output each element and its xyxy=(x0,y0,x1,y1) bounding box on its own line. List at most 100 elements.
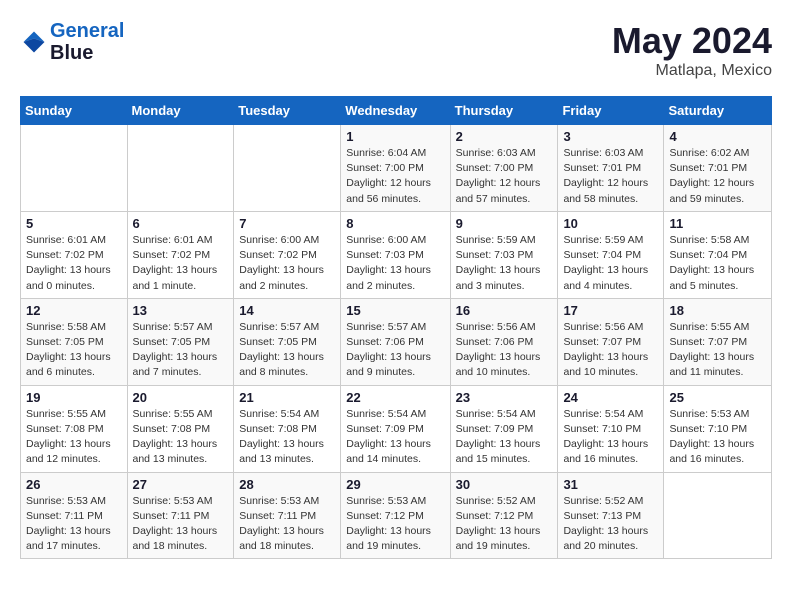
calendar-cell: 11 Sunrise: 5:58 AMSunset: 7:04 PMDayligh… xyxy=(664,211,772,298)
day-info: Sunrise: 6:02 AMSunset: 7:01 PMDaylight:… xyxy=(669,146,766,207)
day-info: Sunrise: 6:00 AMSunset: 7:03 PMDaylight:… xyxy=(346,233,444,294)
calendar-cell: 7 Sunrise: 6:00 AMSunset: 7:02 PMDaylight… xyxy=(234,211,341,298)
calendar-title: May 2024 xyxy=(612,20,772,62)
day-info: Sunrise: 5:57 AMSunset: 7:05 PMDaylight:… xyxy=(133,320,229,381)
day-number: 15 xyxy=(346,303,444,318)
calendar-cell: 29 Sunrise: 5:53 AMSunset: 7:12 PMDayligh… xyxy=(341,472,450,559)
day-number: 12 xyxy=(26,303,122,318)
day-info: Sunrise: 6:01 AMSunset: 7:02 PMDaylight:… xyxy=(26,233,122,294)
calendar-cell: 5 Sunrise: 6:01 AMSunset: 7:02 PMDaylight… xyxy=(21,211,128,298)
calendar-cell: 23Sunrise: 5:54 AMSunset: 7:09 PMDayligh… xyxy=(450,385,558,472)
calendar-cell: 18 Sunrise: 5:55 AMSunset: 7:07 PMDayligh… xyxy=(664,298,772,385)
calendar-cell: 30Sunrise: 5:52 AMSunset: 7:12 PMDayligh… xyxy=(450,472,558,559)
day-number: 30 xyxy=(456,477,553,492)
day-info: Sunrise: 5:55 AMSunset: 7:08 PMDaylight:… xyxy=(133,407,229,468)
weekday-header: Sunday xyxy=(21,97,128,125)
day-number: 11 xyxy=(669,216,766,231)
day-number: 4 xyxy=(669,129,766,144)
day-info: Sunrise: 5:53 AMSunset: 7:12 PMDaylight:… xyxy=(346,494,444,555)
calendar-cell: 4 Sunrise: 6:02 AMSunset: 7:01 PMDaylight… xyxy=(664,125,772,212)
day-number: 27 xyxy=(133,477,229,492)
day-info: Sunrise: 5:59 AMSunset: 7:04 PMDaylight:… xyxy=(563,233,658,294)
day-info: Sunrise: 5:55 AMSunset: 7:08 PMDaylight:… xyxy=(26,407,122,468)
calendar-body: 1 Sunrise: 6:04 AMSunset: 7:00 PMDaylight… xyxy=(21,125,772,559)
day-info: Sunrise: 5:53 AMSunset: 7:10 PMDaylight:… xyxy=(669,407,766,468)
calendar-cell: 24 Sunrise: 5:54 AMSunset: 7:10 PMDayligh… xyxy=(558,385,664,472)
day-info: Sunrise: 6:04 AMSunset: 7:00 PMDaylight:… xyxy=(346,146,444,207)
logo-icon xyxy=(20,28,48,56)
day-number: 14 xyxy=(239,303,335,318)
day-number: 21 xyxy=(239,390,335,405)
day-number: 19 xyxy=(26,390,122,405)
calendar-cell: 28Sunrise: 5:53 AMSunset: 7:11 PMDayligh… xyxy=(234,472,341,559)
day-info: Sunrise: 5:58 AMSunset: 7:05 PMDaylight:… xyxy=(26,320,122,381)
calendar-cell: 19 Sunrise: 5:55 AMSunset: 7:08 PMDayligh… xyxy=(21,385,128,472)
day-number: 10 xyxy=(563,216,658,231)
day-info: Sunrise: 5:59 AMSunset: 7:03 PMDaylight:… xyxy=(456,233,553,294)
day-number: 29 xyxy=(346,477,444,492)
weekday-header: Monday xyxy=(127,97,234,125)
day-info: Sunrise: 5:57 AMSunset: 7:05 PMDaylight:… xyxy=(239,320,335,381)
day-info: Sunrise: 5:53 AMSunset: 7:11 PMDaylight:… xyxy=(133,494,229,555)
weekday-header: Saturday xyxy=(664,97,772,125)
day-info: Sunrise: 6:03 AMSunset: 7:00 PMDaylight:… xyxy=(456,146,553,207)
calendar-subtitle: Matlapa, Mexico xyxy=(612,62,772,80)
day-number: 6 xyxy=(133,216,229,231)
day-number: 1 xyxy=(346,129,444,144)
calendar-table: SundayMondayTuesdayWednesdayThursdayFrid… xyxy=(20,96,772,559)
day-number: 23 xyxy=(456,390,553,405)
calendar-cell: 1 Sunrise: 6:04 AMSunset: 7:00 PMDaylight… xyxy=(341,125,450,212)
day-info: Sunrise: 6:00 AMSunset: 7:02 PMDaylight:… xyxy=(239,233,335,294)
calendar-cell xyxy=(21,125,128,212)
weekday-header: Wednesday xyxy=(341,97,450,125)
day-number: 2 xyxy=(456,129,553,144)
day-number: 13 xyxy=(133,303,229,318)
day-number: 26 xyxy=(26,477,122,492)
weekday-header: Thursday xyxy=(450,97,558,125)
calendar-week-row: 1 Sunrise: 6:04 AMSunset: 7:00 PMDaylight… xyxy=(21,125,772,212)
calendar-cell: 14 Sunrise: 5:57 AMSunset: 7:05 PMDayligh… xyxy=(234,298,341,385)
day-info: Sunrise: 5:56 AMSunset: 7:07 PMDaylight:… xyxy=(563,320,658,381)
calendar-cell: 12 Sunrise: 5:58 AMSunset: 7:05 PMDayligh… xyxy=(21,298,128,385)
calendar-cell: 17 Sunrise: 5:56 AMSunset: 7:07 PMDayligh… xyxy=(558,298,664,385)
day-number: 17 xyxy=(563,303,658,318)
day-number: 5 xyxy=(26,216,122,231)
day-info: Sunrise: 5:54 AMSunset: 7:09 PMDaylight:… xyxy=(346,407,444,468)
weekday-header: Friday xyxy=(558,97,664,125)
calendar-cell xyxy=(234,125,341,212)
day-number: 8 xyxy=(346,216,444,231)
day-number: 20 xyxy=(133,390,229,405)
calendar-cell: 25 Sunrise: 5:53 AMSunset: 7:10 PMDayligh… xyxy=(664,385,772,472)
day-number: 18 xyxy=(669,303,766,318)
page-header: General Blue May 2024 Matlapa, Mexico xyxy=(20,20,772,80)
day-number: 3 xyxy=(563,129,658,144)
day-number: 9 xyxy=(456,216,553,231)
day-info: Sunrise: 5:54 AMSunset: 7:10 PMDaylight:… xyxy=(563,407,658,468)
calendar-cell: 15 Sunrise: 5:57 AMSunset: 7:06 PMDayligh… xyxy=(341,298,450,385)
calendar-cell: 3Sunrise: 6:03 AMSunset: 7:01 PMDaylight… xyxy=(558,125,664,212)
day-info: Sunrise: 6:01 AMSunset: 7:02 PMDaylight:… xyxy=(133,233,229,294)
day-number: 28 xyxy=(239,477,335,492)
calendar-week-row: 12 Sunrise: 5:58 AMSunset: 7:05 PMDayligh… xyxy=(21,298,772,385)
calendar-cell: 20 Sunrise: 5:55 AMSunset: 7:08 PMDayligh… xyxy=(127,385,234,472)
day-number: 22 xyxy=(346,390,444,405)
day-number: 16 xyxy=(456,303,553,318)
day-number: 25 xyxy=(669,390,766,405)
calendar-cell: 31Sunrise: 5:52 AMSunset: 7:13 PMDayligh… xyxy=(558,472,664,559)
calendar-cell: 2 Sunrise: 6:03 AMSunset: 7:00 PMDaylight… xyxy=(450,125,558,212)
calendar-cell: 26Sunrise: 5:53 AMSunset: 7:11 PMDayligh… xyxy=(21,472,128,559)
day-number: 7 xyxy=(239,216,335,231)
day-info: Sunrise: 5:56 AMSunset: 7:06 PMDaylight:… xyxy=(456,320,553,381)
calendar-header-row: SundayMondayTuesdayWednesdayThursdayFrid… xyxy=(21,97,772,125)
day-info: Sunrise: 5:55 AMSunset: 7:07 PMDaylight:… xyxy=(669,320,766,381)
day-info: Sunrise: 5:52 AMSunset: 7:13 PMDaylight:… xyxy=(563,494,658,555)
calendar-cell: 27 Sunrise: 5:53 AMSunset: 7:11 PMDayligh… xyxy=(127,472,234,559)
day-info: Sunrise: 5:58 AMSunset: 7:04 PMDaylight:… xyxy=(669,233,766,294)
calendar-cell: 13 Sunrise: 5:57 AMSunset: 7:05 PMDayligh… xyxy=(127,298,234,385)
day-number: 24 xyxy=(563,390,658,405)
calendar-title-block: May 2024 Matlapa, Mexico xyxy=(612,20,772,80)
day-info: Sunrise: 5:54 AMSunset: 7:08 PMDaylight:… xyxy=(239,407,335,468)
calendar-cell xyxy=(664,472,772,559)
calendar-cell: 21 Sunrise: 5:54 AMSunset: 7:08 PMDayligh… xyxy=(234,385,341,472)
day-info: Sunrise: 5:57 AMSunset: 7:06 PMDaylight:… xyxy=(346,320,444,381)
